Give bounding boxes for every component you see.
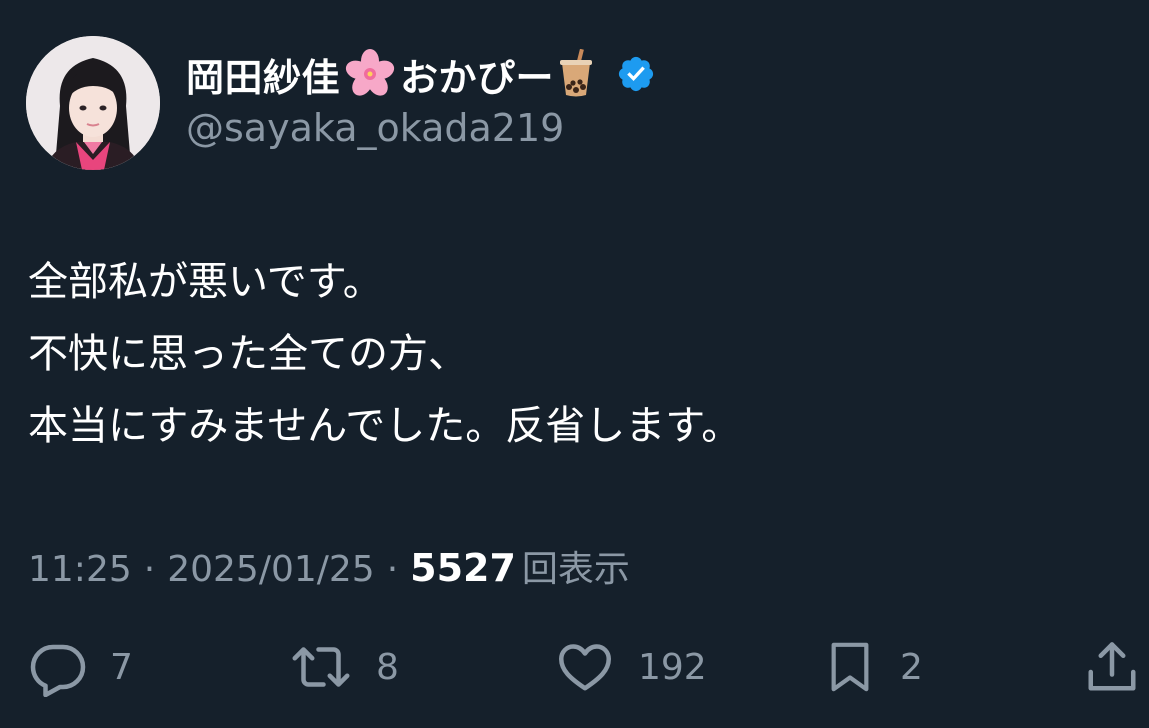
like-count: 192 bbox=[638, 646, 707, 688]
share-button[interactable] bbox=[1082, 632, 1142, 702]
retweet-count: 8 bbox=[376, 646, 399, 688]
bookmark-icon bbox=[831, 642, 869, 692]
reply-button[interactable]: 7 bbox=[28, 632, 133, 702]
heart-icon bbox=[559, 644, 611, 691]
like-button[interactable]: 192 bbox=[554, 632, 707, 702]
author-name-row[interactable]: 岡田紗佳 おかぴー bbox=[186, 48, 656, 100]
avatar-image bbox=[26, 36, 160, 170]
avatar[interactable] bbox=[26, 36, 160, 170]
tweet-text: 全部私が悪いです。 不快に思った全ての方、 本当にすみませんでした。反省します。 bbox=[28, 246, 741, 462]
reply-count: 7 bbox=[110, 646, 133, 688]
reply-icon bbox=[30, 644, 86, 697]
tweet-text-line: 本当にすみませんでした。反省します。 bbox=[28, 403, 742, 449]
bookmark-count: 2 bbox=[900, 646, 923, 688]
bubble-tea-icon bbox=[556, 49, 596, 99]
display-name[interactable]: 岡田紗佳 bbox=[186, 47, 340, 102]
retweet-button[interactable]: 8 bbox=[288, 632, 399, 702]
tweet-meta: 11:25 · 2025/01/25 · 5527 回表示 bbox=[28, 540, 630, 592]
tweet-text-line: 全部私が悪いです。 bbox=[28, 259, 383, 305]
meta-separator: · bbox=[143, 549, 156, 590]
tweet-text-line: 不快に思った全ての方、 bbox=[28, 331, 468, 377]
author-handle[interactable]: @sayaka_okada219 bbox=[186, 106, 564, 150]
action-bar: 7 8 192 2 bbox=[0, 632, 1149, 702]
display-name-suffix[interactable]: おかぴー bbox=[400, 47, 554, 102]
verified-badge-icon[interactable] bbox=[616, 54, 656, 94]
cherry-blossom-icon bbox=[342, 49, 398, 99]
bookmark-button[interactable]: 2 bbox=[822, 632, 923, 702]
share-icon bbox=[1088, 642, 1136, 691]
tweet-time[interactable]: 11:25 bbox=[28, 549, 132, 590]
tweet-date[interactable]: 2025/01/25 bbox=[167, 549, 375, 590]
meta-separator: · bbox=[386, 549, 399, 590]
views-count[interactable]: 5527 bbox=[410, 546, 516, 590]
retweet-icon bbox=[292, 647, 350, 687]
views-label[interactable]: 回表示 bbox=[522, 540, 630, 592]
